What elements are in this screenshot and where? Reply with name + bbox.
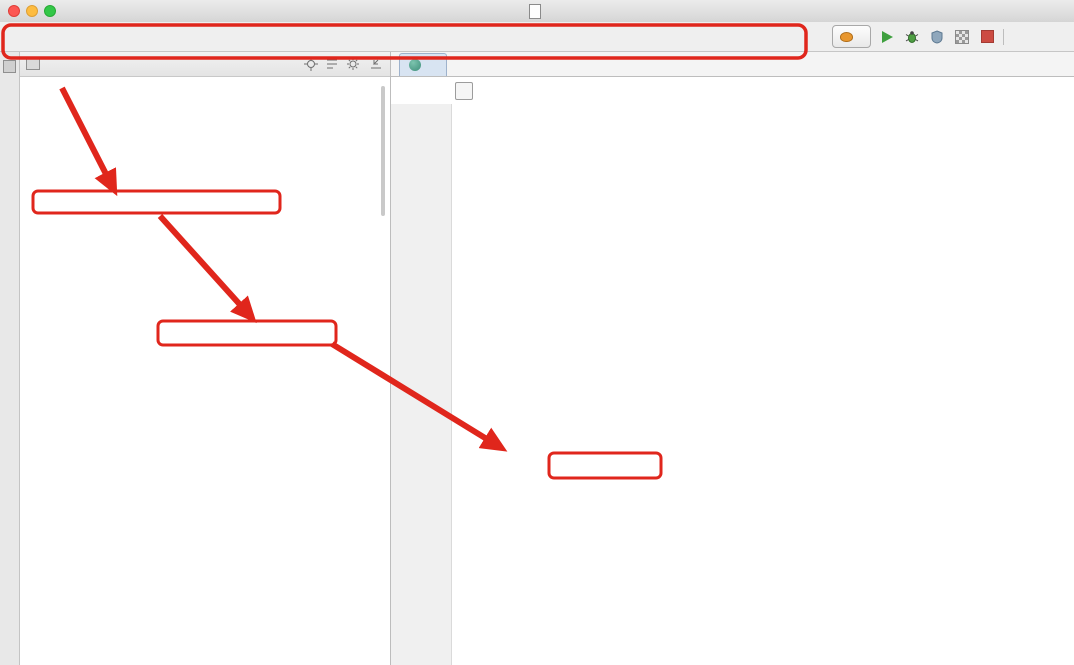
application-window — [0, 0, 1074, 665]
tool-window-icon — [3, 60, 16, 73]
play-icon — [882, 31, 893, 43]
left-tool-strip — [0, 52, 20, 665]
window-title-group — [529, 4, 546, 19]
project-tree — [20, 77, 390, 665]
window-minimize-button[interactable] — [26, 5, 38, 17]
title-bar — [0, 0, 1074, 23]
editor-tab[interactable] — [399, 53, 447, 76]
run-toolbar — [832, 25, 1068, 48]
navigation-bar — [0, 22, 1074, 52]
tomcat-icon — [840, 32, 853, 42]
vcs-update-button[interactable] — [1011, 28, 1035, 46]
vcs-commit-button[interactable] — [1042, 28, 1066, 46]
coverage-button[interactable] — [928, 28, 946, 46]
collapse-all-button[interactable] — [324, 56, 340, 72]
window-close-button[interactable] — [8, 5, 20, 17]
stop-icon — [981, 30, 994, 43]
bug-icon — [905, 30, 919, 44]
settings-button[interactable] — [345, 56, 363, 72]
toolbar-divider — [1003, 29, 1004, 45]
class-icon — [409, 59, 421, 71]
code-area[interactable] — [391, 104, 1074, 665]
gear-icon — [346, 57, 360, 71]
file-icon — [529, 4, 541, 19]
editor-body — [391, 77, 1074, 665]
shield-icon — [930, 30, 944, 44]
project-tab-icon — [26, 58, 40, 70]
stop-button[interactable] — [978, 28, 996, 46]
scroll-from-source-button[interactable] — [303, 56, 319, 72]
editor-tab-bar — [391, 52, 1074, 77]
hide-panel-icon — [369, 57, 383, 71]
debug-button[interactable] — [903, 28, 921, 46]
project-panel — [20, 52, 391, 665]
class-name-chip — [455, 82, 473, 100]
run-configuration-select[interactable] — [832, 25, 871, 48]
project-panel-header — [20, 52, 390, 77]
window-zoom-button[interactable] — [44, 5, 56, 17]
collapse-all-icon — [325, 57, 339, 71]
run-button[interactable] — [878, 28, 896, 46]
profiler-button[interactable] — [953, 28, 971, 46]
hide-panel-button[interactable] — [368, 56, 384, 72]
editor-area — [391, 52, 1074, 665]
crosshair-icon — [304, 57, 318, 71]
tree-scrollbar[interactable] — [381, 86, 385, 216]
grid-icon — [955, 30, 969, 44]
